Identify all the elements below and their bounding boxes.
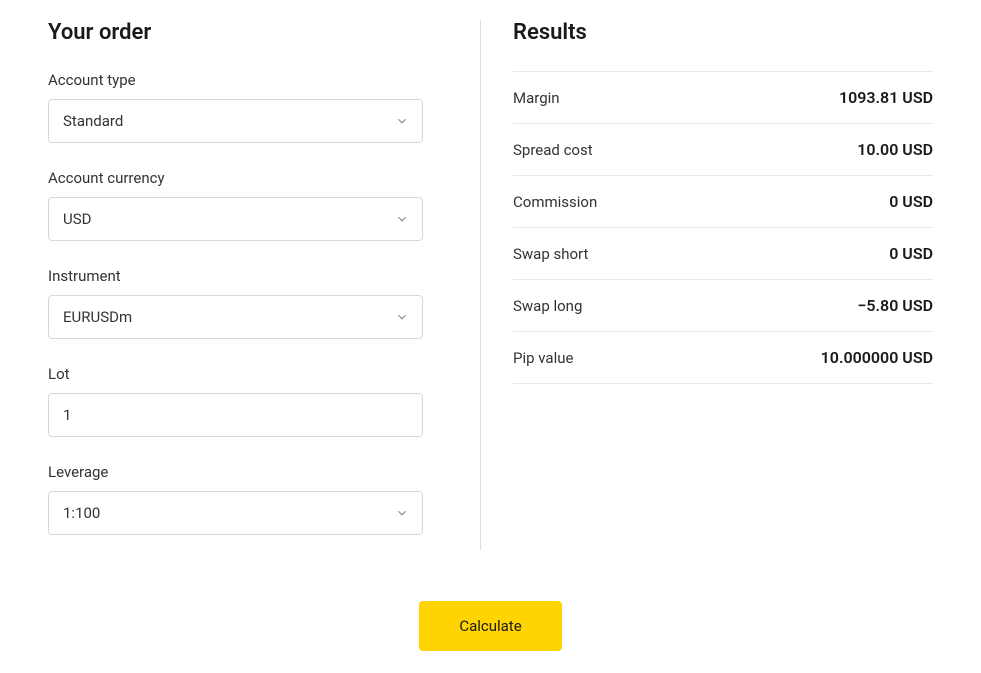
result-value: 1093.81 USD: [839, 88, 933, 107]
result-value: 0 USD: [889, 244, 933, 263]
result-value: 10.000000 USD: [821, 348, 933, 367]
leverage-group: Leverage 1:100: [48, 463, 423, 535]
result-label: Swap short: [513, 245, 588, 263]
order-title: Your order: [48, 20, 423, 45]
leverage-label: Leverage: [48, 463, 423, 481]
result-label: Margin: [513, 89, 560, 107]
vertical-divider: [480, 20, 481, 550]
result-row-swap-short: Swap short 0 USD: [513, 228, 933, 280]
result-row-spread: Spread cost 10.00 USD: [513, 124, 933, 176]
result-value: 10.00 USD: [857, 140, 933, 159]
result-row-margin: Margin 1093.81 USD: [513, 71, 933, 124]
result-row-swap-long: Swap long −5.80 USD: [513, 280, 933, 332]
account-type-label: Account type: [48, 71, 423, 89]
lot-input[interactable]: [48, 393, 423, 437]
account-type-select[interactable]: Standard: [48, 99, 423, 143]
result-row-commission: Commission 0 USD: [513, 176, 933, 228]
result-label: Pip value: [513, 349, 573, 367]
result-label: Spread cost: [513, 141, 593, 159]
result-label: Swap long: [513, 297, 582, 315]
account-currency-label: Account currency: [48, 169, 423, 187]
result-value: 0 USD: [889, 192, 933, 211]
lot-group: Lot: [48, 365, 423, 437]
results-title: Results: [513, 20, 933, 45]
calculate-button[interactable]: Calculate: [419, 601, 561, 651]
instrument-group: Instrument EURUSDm: [48, 267, 423, 339]
result-label: Commission: [513, 193, 597, 211]
leverage-select[interactable]: 1:100: [48, 491, 423, 535]
account-type-group: Account type Standard: [48, 71, 423, 143]
results-panel: Results Margin 1093.81 USD Spread cost 1…: [513, 20, 933, 561]
lot-label: Lot: [48, 365, 423, 383]
order-panel: Your order Account type Standard Account…: [48, 20, 458, 561]
instrument-select[interactable]: EURUSDm: [48, 295, 423, 339]
account-currency-select[interactable]: USD: [48, 197, 423, 241]
result-value: −5.80 USD: [857, 296, 933, 315]
account-currency-group: Account currency USD: [48, 169, 423, 241]
result-row-pip-value: Pip value 10.000000 USD: [513, 332, 933, 384]
instrument-label: Instrument: [48, 267, 423, 285]
